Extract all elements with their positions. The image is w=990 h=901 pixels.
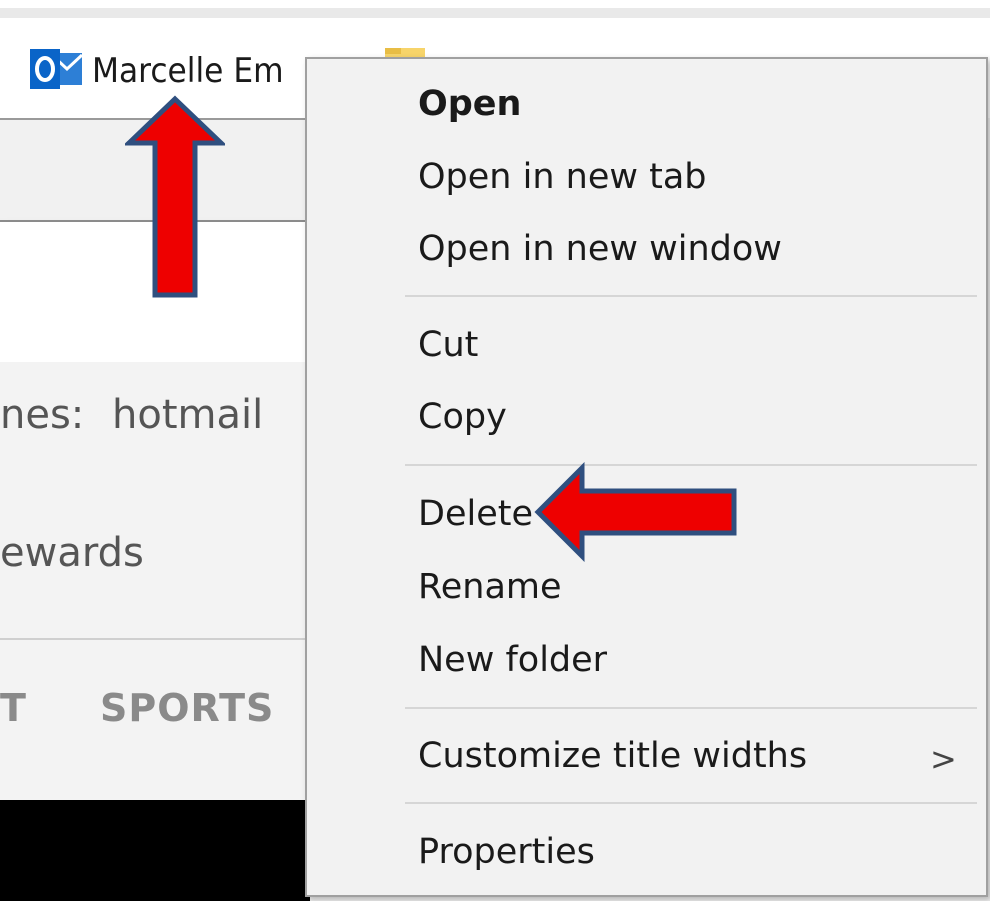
- menu-item-open[interactable]: Open: [418, 87, 521, 122]
- nav-item-sports[interactable]: SPORTS: [100, 686, 274, 730]
- up-arrow-annotation-icon: [125, 95, 225, 298]
- menu-item-delete[interactable]: Delete: [418, 497, 533, 532]
- menu-item-customize-title-widths[interactable]: Customize title widths: [418, 739, 807, 774]
- left-arrow-annotation-icon: [534, 462, 737, 562]
- menu-item-properties[interactable]: Properties: [418, 835, 595, 870]
- menu-item-open-new-tab[interactable]: Open in new tab: [418, 160, 707, 195]
- hotmail-link[interactable]: hotmail: [112, 392, 263, 438]
- chevron-right-icon: >: [930, 740, 957, 778]
- menu-item-open-new-window[interactable]: Open in new window: [418, 232, 782, 267]
- menu-item-copy[interactable]: Copy: [418, 400, 507, 435]
- bookmark-marcelle-email[interactable]: Marcelle Em: [30, 48, 300, 94]
- menu-separator: [405, 295, 977, 297]
- content-divider: [0, 638, 310, 640]
- rewards-link[interactable]: ewards: [0, 530, 144, 576]
- menu-item-cut[interactable]: Cut: [418, 328, 478, 363]
- menu-separator: [405, 802, 977, 804]
- tab-strip: [0, 8, 990, 18]
- names-text: nes:: [0, 392, 85, 438]
- nav-item-partial[interactable]: T: [0, 686, 26, 730]
- black-bar: [0, 800, 310, 901]
- menu-item-new-folder[interactable]: New folder: [418, 643, 607, 678]
- outlook-icon: [30, 47, 84, 95]
- menu-item-rename[interactable]: Rename: [418, 570, 562, 605]
- top-edge: [0, 0, 990, 8]
- menu-separator: [405, 707, 977, 709]
- bookmark-label: Marcelle Em: [92, 51, 284, 91]
